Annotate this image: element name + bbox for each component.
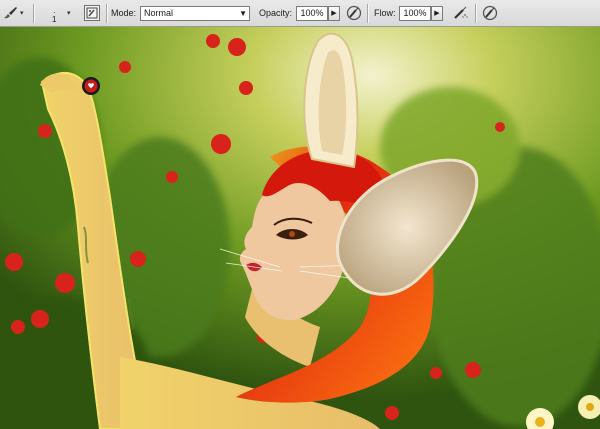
toggle-brush-panel-button[interactable]	[84, 5, 100, 21]
heart-ring	[82, 77, 100, 95]
separator	[33, 4, 35, 23]
separator	[106, 4, 108, 23]
airbrush-icon	[454, 6, 468, 19]
brush-size: 1	[52, 15, 57, 24]
artwork-image	[0, 27, 600, 429]
document-canvas[interactable]	[0, 27, 600, 429]
options-bar: ▾ · 1 ▾ Mode: Normal ▼ Opacity: 100% ▶ F…	[0, 0, 600, 27]
mode-value: Normal	[144, 8, 174, 18]
opacity-slider-button[interactable]: ▶	[328, 6, 340, 21]
pressure-size-button[interactable]	[481, 4, 499, 22]
flow-input[interactable]: 100%	[399, 6, 431, 21]
opacity-input[interactable]: 100%	[296, 6, 328, 21]
brush-icon	[4, 7, 17, 19]
chevron-down-icon: ▾	[67, 10, 71, 17]
mode-select[interactable]: Normal ▼	[140, 6, 250, 21]
chevron-down-icon: ▾	[20, 10, 24, 17]
tool-preset-picker[interactable]: ▾	[2, 4, 30, 22]
tablet-pressure-icon	[346, 5, 362, 21]
tablet-pressure-icon	[482, 5, 498, 21]
mode-label: Mode:	[111, 8, 137, 18]
flow-slider-button[interactable]: ▶	[431, 6, 443, 21]
opacity-label: Opacity:	[259, 8, 293, 18]
airbrush-toggle-button[interactable]	[452, 4, 470, 22]
chevron-down-icon: ▼	[239, 9, 247, 18]
pressure-opacity-button[interactable]	[345, 4, 363, 22]
separator	[367, 4, 369, 23]
brush-preset-picker[interactable]: · 1 ▾	[40, 3, 76, 25]
brush-panel-icon	[86, 7, 98, 19]
flow-label: Flow:	[374, 8, 396, 18]
separator	[475, 4, 477, 23]
